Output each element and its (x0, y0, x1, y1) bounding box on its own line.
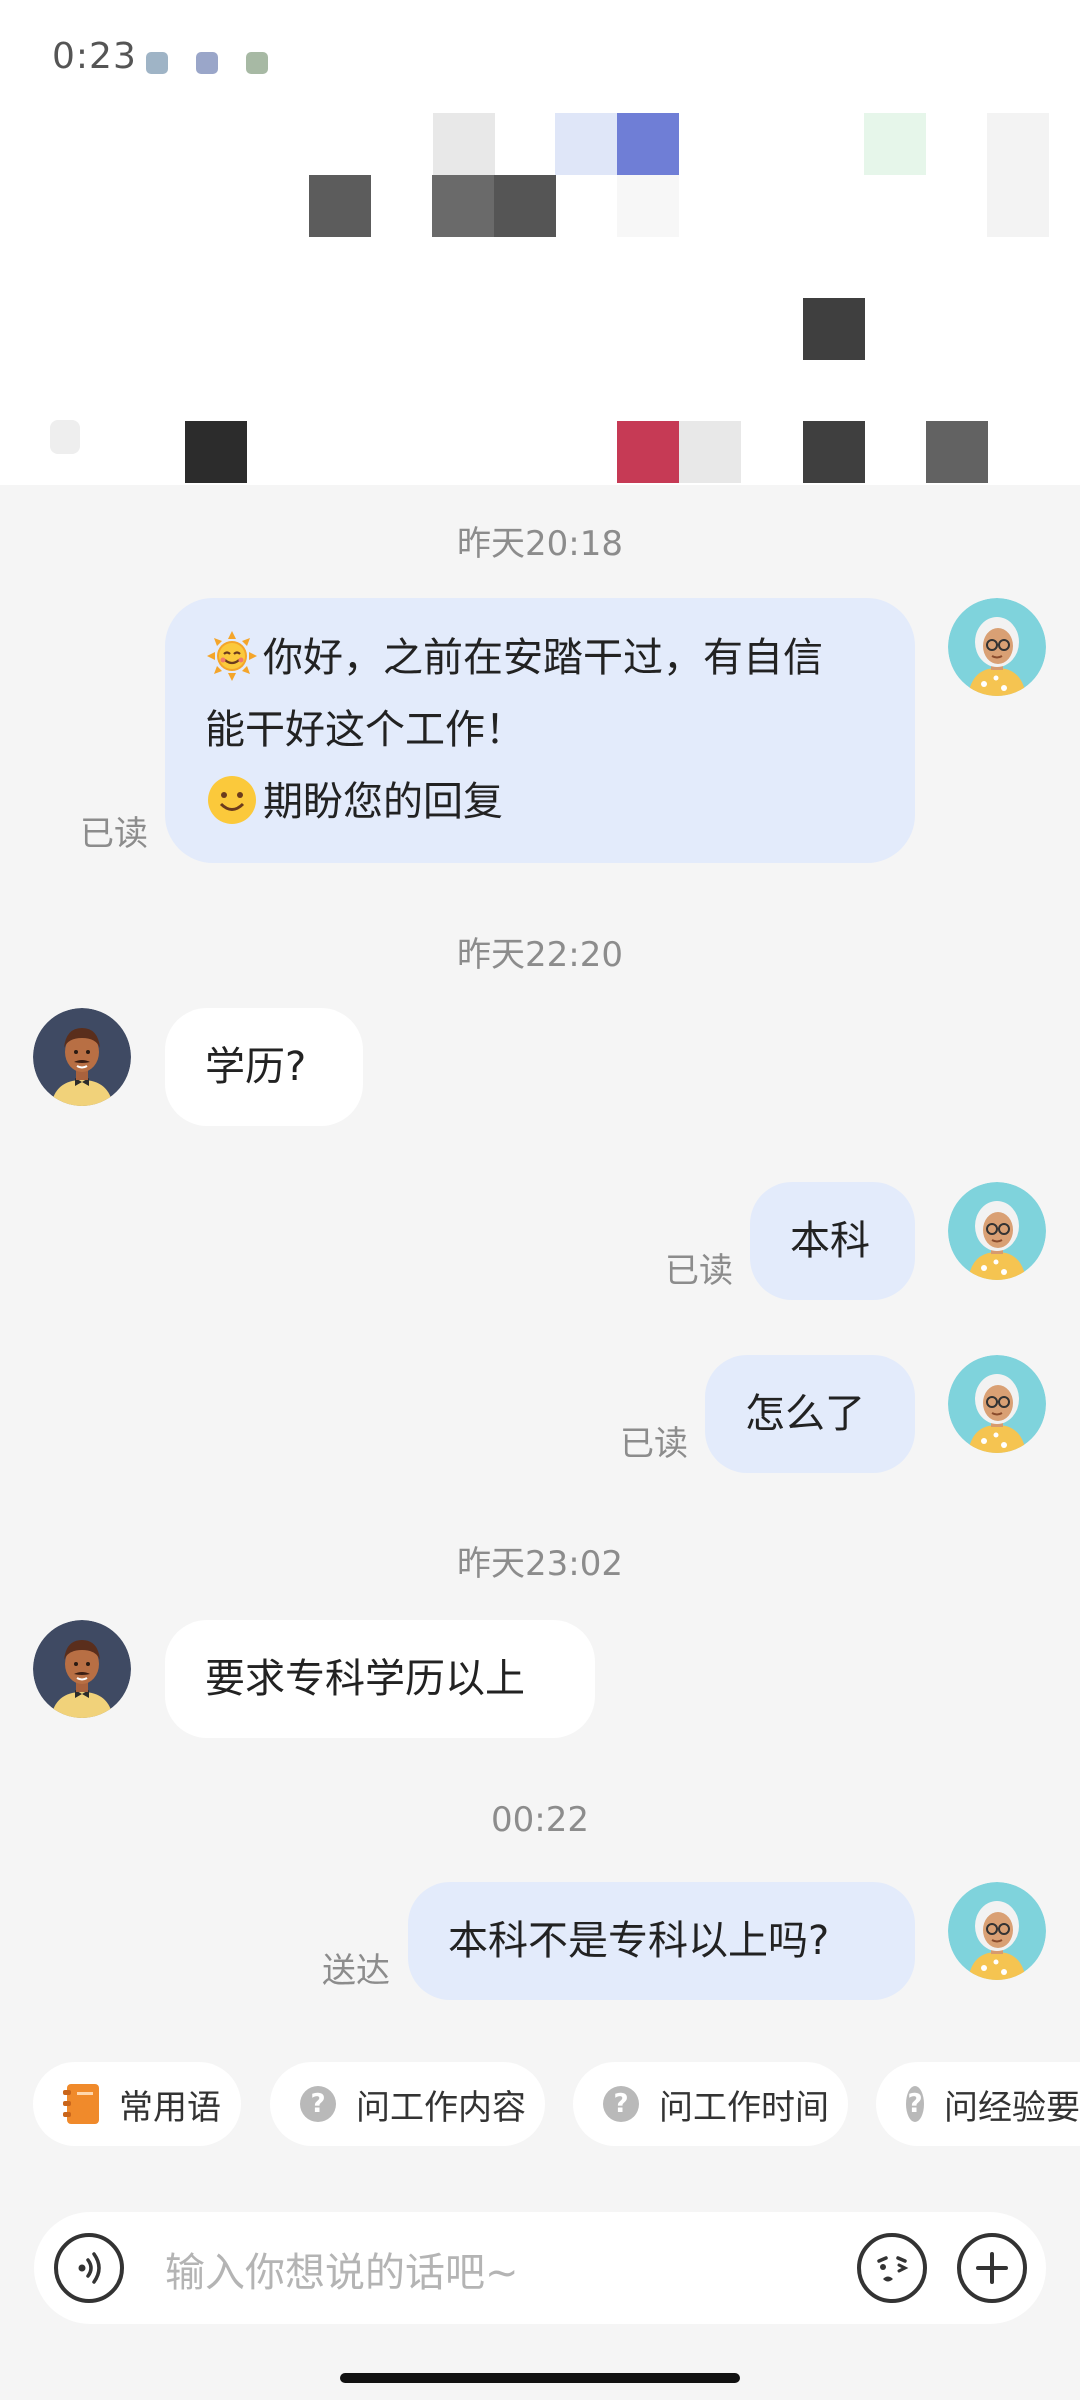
message-line: 期盼您的回复 (205, 766, 875, 838)
quick-reply-job-content[interactable]: ? 问工作内容 (270, 2062, 545, 2146)
home-indicator[interactable] (340, 2373, 740, 2383)
quick-reply-common-phrases[interactable]: 常用语 (33, 2062, 241, 2146)
emoji-button[interactable] (857, 2233, 927, 2303)
status-bar-time: 0:23 (52, 36, 137, 77)
user-avatar[interactable] (948, 1882, 1046, 1980)
contact-avatar[interactable] (33, 1008, 131, 1106)
message-bubble-received[interactable]: 学历? (165, 1008, 363, 1126)
notification-icon (146, 52, 168, 74)
message-bubble-received[interactable]: 要求专科学历以上 (165, 1620, 595, 1738)
message-input[interactable]: 输入你想说的话吧~ (165, 2240, 519, 2298)
read-status: 已读 (620, 1424, 688, 1464)
read-status: 已读 (80, 814, 148, 854)
add-attachment-button[interactable] (957, 2233, 1027, 2303)
plus-icon (976, 2252, 1008, 2284)
message-timestamp: 昨天23:02 (457, 1544, 623, 1584)
read-status: 已读 (665, 1251, 733, 1291)
quick-reply-experience[interactable]: ? 问经验要 (876, 2062, 1080, 2146)
delivered-status: 送达 (322, 1951, 390, 1991)
message-timestamp: 昨天22:20 (457, 935, 623, 975)
user-avatar[interactable] (948, 598, 1046, 696)
message-line: 你好，之前在安踏干过，有自信 (205, 622, 875, 694)
question-icon: ? (300, 2086, 336, 2122)
user-avatar[interactable] (948, 1182, 1046, 1280)
emoji-icon (877, 2256, 909, 2282)
question-icon: ? (906, 2086, 924, 2122)
message-bubble-sent[interactable]: 本科 (750, 1182, 915, 1300)
notification-icon (246, 52, 268, 74)
notebook-icon (63, 2082, 101, 2126)
message-timestamp: 00:22 (491, 1800, 589, 1840)
notification-icon (196, 52, 218, 74)
voice-icon (78, 2252, 101, 2284)
message-bubble-sent[interactable]: 怎么了 (705, 1355, 915, 1473)
smile-emoji-icon (205, 773, 259, 827)
question-icon: ? (603, 2086, 639, 2122)
contact-avatar[interactable] (33, 1620, 131, 1718)
user-avatar[interactable] (948, 1355, 1046, 1453)
message-bubble-sent[interactable]: 你好，之前在安踏干过，有自信 能干好这个工作！ 期盼您的回复 (165, 598, 915, 863)
message-line: 能干好这个工作！ (205, 707, 525, 753)
sun-emoji-icon (205, 629, 259, 683)
quick-reply-job-hours[interactable]: ? 问工作时间 (573, 2062, 848, 2146)
message-bubble-sent[interactable]: 本科不是专科以上吗? (408, 1882, 915, 2000)
voice-button[interactable] (54, 2233, 124, 2303)
message-timestamp: 昨天20:18 (457, 524, 623, 564)
